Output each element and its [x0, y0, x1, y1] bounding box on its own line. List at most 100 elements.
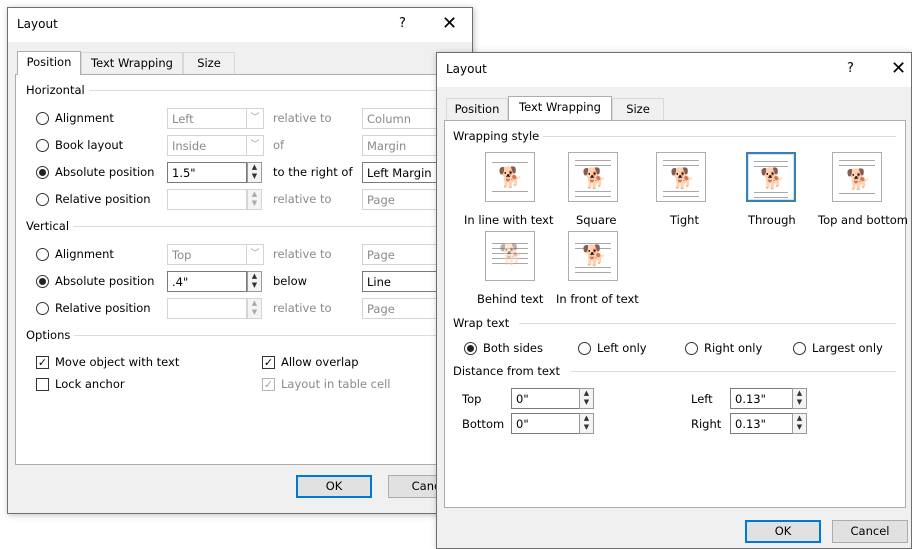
left-distance-input[interactable]: 0.13" [730, 388, 793, 409]
chevron-down-icon[interactable]: ﹀ [246, 245, 263, 264]
largest-only-radio[interactable] [793, 342, 806, 355]
options-label: Options [26, 328, 75, 342]
dog-icon: 🐕 [846, 167, 871, 191]
book-layout-radio[interactable] [36, 139, 49, 152]
help-icon[interactable]: ? [847, 61, 854, 76]
h-alignment-rel: relative to [273, 111, 332, 125]
h-alignment-label: Alignment [55, 111, 114, 125]
dog-icon: 🐕 [582, 166, 607, 190]
tab-size[interactable]: Size [183, 52, 235, 74]
tab-text-wrapping[interactable]: Text Wrapping [508, 96, 612, 120]
v-absolute-position-label: Absolute position [55, 274, 155, 288]
h-relative-rel: relative to [273, 192, 332, 206]
move-with-text-checkbox[interactable]: ✓ [36, 356, 49, 369]
wrap-top-bottom-tile[interactable]: 🐕 [832, 152, 882, 202]
h-alignment-radio[interactable] [36, 112, 49, 125]
h-absolute-position-input[interactable]: 1.5" [167, 162, 247, 183]
right-only-radio[interactable] [685, 342, 698, 355]
wrap-behind-tile[interactable]: 🐕 [485, 231, 535, 281]
cancel-button[interactable]: Cancel [832, 520, 908, 543]
v-relative-position-input[interactable] [167, 298, 247, 319]
allow-overlap-checkbox[interactable]: ✓ [262, 356, 275, 369]
wrap-top-bottom-label[interactable]: Top and bottom [818, 213, 908, 227]
wrap-through-tile[interactable]: 🐕 [746, 152, 796, 202]
left-only-radio[interactable] [578, 342, 591, 355]
h-absolute-spinner[interactable]: ▲ ▼ [247, 162, 262, 183]
v-relative-spinner[interactable]: ▲ ▼ [247, 298, 262, 319]
divider [66, 226, 456, 227]
v-absolute-position-input[interactable]: .4" [167, 271, 247, 292]
move-with-text-label: Move object with text [55, 355, 180, 369]
ok-button[interactable]: OK [296, 475, 372, 498]
title-bar: Layout ? ✕ [437, 53, 911, 87]
tab-position[interactable]: Position [17, 51, 81, 75]
dialog-title: Layout [446, 62, 487, 76]
right-distance-input[interactable]: 0.13" [730, 413, 793, 434]
v-absolute-rel: below [273, 274, 308, 288]
dog-icon: 🐕 [670, 166, 695, 190]
layout-in-cell-label: Layout in table cell [281, 377, 391, 391]
divider [571, 371, 896, 372]
divider [68, 335, 456, 336]
chevron-down-icon[interactable]: ﹀ [246, 136, 263, 155]
bottom-distance-spinner[interactable]: ▲ ▼ [579, 413, 594, 434]
help-icon[interactable]: ? [399, 16, 406, 31]
dog-icon: 🐕 [760, 166, 785, 190]
v-alignment-label: Alignment [55, 247, 114, 261]
v-relative-position-label: Relative position [55, 301, 151, 315]
v-absolute-position-radio[interactable] [36, 275, 49, 288]
v-absolute-spinner[interactable]: ▲ ▼ [247, 271, 262, 292]
book-layout-label: Book layout [55, 138, 124, 152]
tab-position[interactable]: Position [446, 98, 508, 120]
book-layout-rel: of [273, 138, 285, 152]
h-absolute-position-radio[interactable] [36, 166, 49, 179]
text-wrapping-panel: Wrapping style 🐕 In line with text 🐕 Squ… [444, 120, 908, 508]
v-relative-rel: relative to [273, 301, 332, 315]
v-alignment-radio[interactable] [36, 248, 49, 261]
h-relative-position-radio[interactable] [36, 193, 49, 206]
wrap-inline-tile[interactable]: 🐕 [485, 152, 535, 202]
right-label: Right [691, 417, 722, 431]
wrap-text-label: Wrap text [453, 316, 514, 330]
layout-dialog-front: Layout ? ✕ Position Text Wrapping Size W… [436, 52, 912, 549]
ok-button[interactable]: OK [745, 520, 821, 543]
top-distance-spinner[interactable]: ▲ ▼ [579, 388, 594, 409]
wrap-tight-tile[interactable]: 🐕 [656, 152, 706, 202]
wrap-behind-label[interactable]: Behind text [477, 292, 543, 306]
lock-anchor-checkbox[interactable] [36, 378, 49, 391]
wrap-inline-label[interactable]: In line with text [464, 213, 554, 227]
right-distance-spinner[interactable]: ▲ ▼ [792, 413, 807, 434]
v-alignment-rel: relative to [273, 247, 332, 261]
h-absolute-position-label: Absolute position [55, 165, 155, 179]
h-absolute-rel: to the right of [273, 165, 353, 179]
wrap-square-label[interactable]: Square [576, 213, 617, 227]
divider [519, 323, 896, 324]
left-distance-spinner[interactable]: ▲ ▼ [792, 388, 807, 409]
close-icon[interactable]: ✕ [442, 13, 457, 34]
tab-size[interactable]: Size [612, 98, 664, 120]
wrap-square-tile[interactable]: 🐕 [568, 152, 618, 202]
v-relative-position-radio[interactable] [36, 302, 49, 315]
tab-text-wrapping[interactable]: Text Wrapping [81, 52, 183, 74]
wrap-through-label[interactable]: Through [748, 213, 796, 227]
chevron-down-icon[interactable]: ﹀ [246, 109, 263, 128]
left-only-label: Left only [597, 341, 647, 355]
both-sides-label: Both sides [483, 341, 543, 355]
layout-in-cell-checkbox[interactable]: ✓ [262, 378, 275, 391]
horizontal-label: Horizontal [26, 83, 89, 97]
divider [541, 136, 896, 137]
close-icon[interactable]: ✕ [891, 58, 906, 79]
wrap-in-front-tile[interactable]: 🐕 [568, 231, 618, 281]
both-sides-radio[interactable] [464, 342, 477, 355]
h-relative-spinner[interactable]: ▲ ▼ [247, 189, 262, 210]
bottom-distance-input[interactable]: 0" [511, 413, 580, 434]
top-distance-input[interactable]: 0" [511, 388, 580, 409]
allow-overlap-label: Allow overlap [281, 355, 359, 369]
wrap-tight-label[interactable]: Tight [670, 213, 699, 227]
h-relative-position-input[interactable] [167, 189, 247, 210]
dog-icon: 🐕 [498, 165, 523, 189]
lock-anchor-label: Lock anchor [55, 377, 125, 391]
position-panel: Horizontal Alignment Left ﹀ relative to … [15, 74, 467, 465]
wrap-in-front-label[interactable]: In front of text [556, 292, 639, 306]
dog-icon: 🐕 [499, 242, 524, 266]
